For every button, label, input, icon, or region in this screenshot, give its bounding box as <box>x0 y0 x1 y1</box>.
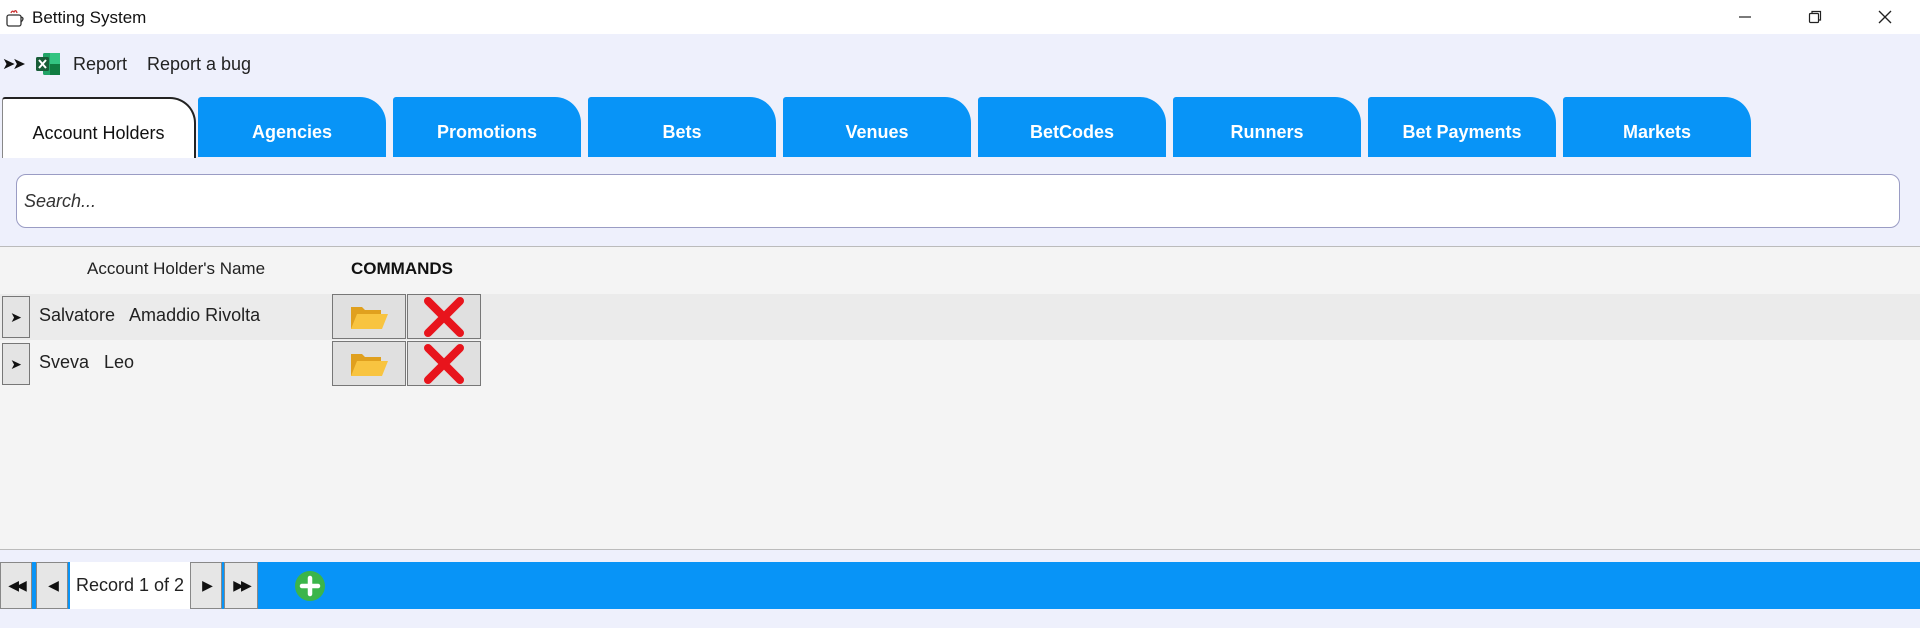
close-button[interactable] <box>1850 0 1920 34</box>
minimize-icon <box>1739 16 1751 18</box>
first-icon: ◀◀ <box>8 577 26 593</box>
excel-icon[interactable] <box>35 52 61 76</box>
tab-markets[interactable]: Markets <box>1563 97 1751 157</box>
delete-button[interactable] <box>407 341 481 386</box>
row-arrow-icon: ➤ <box>10 308 22 325</box>
restore-icon <box>1808 10 1822 24</box>
table-row[interactable]: ➤ Salvatore Amaddio Rivolta <box>0 294 1920 340</box>
tab-bet-payments[interactable]: Bet Payments <box>1368 97 1556 157</box>
delete-x-icon <box>424 296 464 337</box>
menu-report-bug[interactable]: Report a bug <box>147 54 251 75</box>
folder-open-icon <box>351 353 388 376</box>
row-selector[interactable]: ➤ <box>2 343 30 385</box>
row-arrow-icon: ➤ <box>10 355 22 372</box>
record-navigator: ◀◀ ◀ Record 1 of 2 ▶ ▶▶ <box>0 562 1920 609</box>
first-record-button[interactable]: ◀◀ <box>0 562 32 609</box>
last-icon: ▶▶ <box>233 577 251 593</box>
prev-icon: ◀ <box>48 577 59 593</box>
record-indicator: Record 1 of 2 <box>70 562 190 609</box>
tab-bets[interactable]: Bets <box>588 97 776 157</box>
menu-report[interactable]: Report <box>73 54 127 75</box>
folder-open-icon <box>351 306 388 329</box>
column-header-name[interactable]: Account Holder's Name <box>87 259 265 279</box>
account-holders-grid: Account Holder's Name COMMANDS ➤ Salvato… <box>0 246 1920 550</box>
open-button[interactable] <box>332 294 406 339</box>
tab-runners[interactable]: Runners <box>1173 97 1361 157</box>
delete-x-icon <box>424 343 464 384</box>
tab-promotions[interactable]: Promotions <box>393 97 581 157</box>
table-row[interactable]: ➤ Sveva Leo <box>0 341 1920 387</box>
next-icon: ▶ <box>202 577 213 593</box>
last-record-button[interactable]: ▶▶ <box>224 562 258 609</box>
window-title: Betting System <box>32 8 147 27</box>
minimize-button[interactable] <box>1710 0 1780 34</box>
tab-agencies[interactable]: Agencies <box>198 97 386 157</box>
tab-account-holders[interactable]: Account Holders <box>2 97 196 158</box>
close-icon <box>1878 10 1892 24</box>
open-button[interactable] <box>332 341 406 386</box>
title-bar: Betting System <box>0 0 1920 34</box>
add-icon[interactable] <box>294 570 326 602</box>
restore-button[interactable] <box>1780 0 1850 34</box>
previous-record-button[interactable]: ◀ <box>36 562 68 609</box>
account-holder-name: Sveva Leo <box>39 352 135 372</box>
tab-betcodes[interactable]: BetCodes <box>978 97 1166 157</box>
next-record-button[interactable]: ▶ <box>190 562 222 609</box>
column-header-commands: COMMANDS <box>351 259 453 278</box>
account-holder-name: Salvatore Amaddio Rivolta <box>39 305 261 325</box>
delete-button[interactable] <box>407 294 481 339</box>
app-icon <box>6 10 24 27</box>
search-input[interactable] <box>16 174 1900 228</box>
menu-overflow-icon[interactable]: ➤➤ <box>2 54 26 74</box>
tab-venues[interactable]: Venues <box>783 97 971 157</box>
row-selector[interactable]: ➤ <box>2 296 30 338</box>
